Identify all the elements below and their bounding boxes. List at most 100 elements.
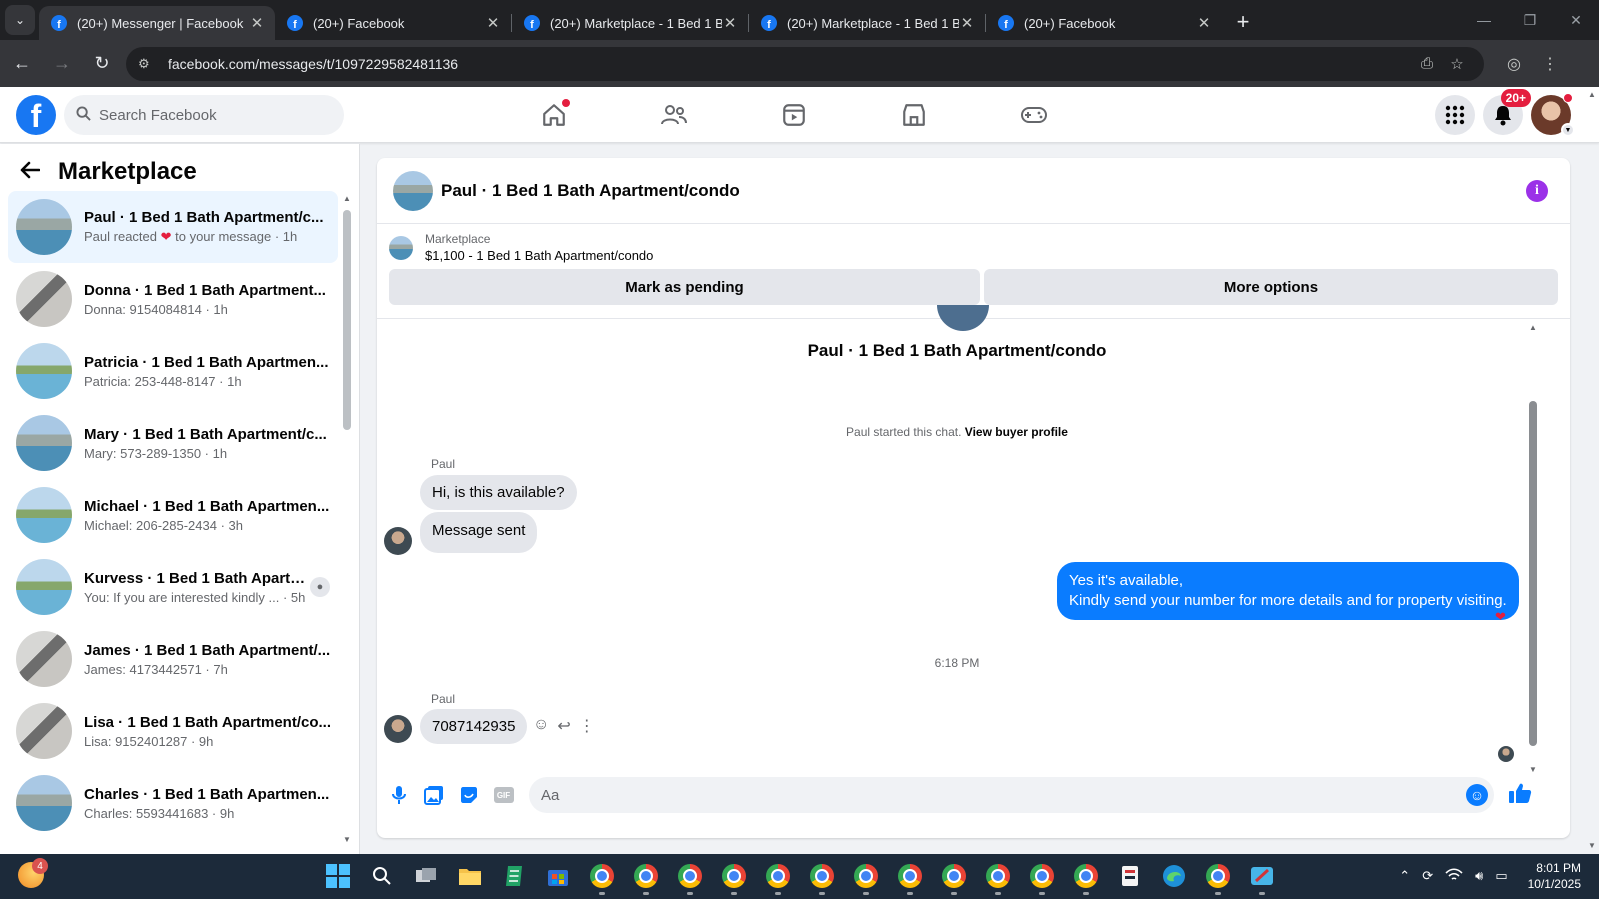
nav-gaming[interactable] <box>974 87 1094 143</box>
site-info-icon[interactable]: ⚙ <box>138 56 158 72</box>
outgoing-message[interactable]: Yes it's available, Kindly send your num… <box>1057 562 1519 620</box>
tool-app-button[interactable] <box>1114 860 1146 892</box>
url-field[interactable]: ⚙ facebook.com/messages/t/10972295824811… <box>126 46 1484 81</box>
store-button[interactable] <box>542 860 574 892</box>
sync-icon[interactable]: ⟳ <box>1422 868 1433 884</box>
menu-grid-button[interactable] <box>1435 95 1475 135</box>
account-avatar[interactable]: ▼ <box>1531 93 1575 137</box>
chrome-window-4[interactable] <box>718 860 750 895</box>
voice-clip-button[interactable] <box>381 785 416 805</box>
system-clock[interactable]: 8:01 PM 10/1/2025 <box>1528 860 1581 892</box>
listing-title[interactable]: $1,100 - 1 Bed 1 Bath Apartment/condo <box>425 248 653 263</box>
weather-widget[interactable]: 4 <box>18 858 48 890</box>
search-box[interactable] <box>64 95 344 135</box>
scrollbar-thumb[interactable] <box>343 210 351 430</box>
snipping-tool-button[interactable] <box>1246 860 1278 895</box>
conversation-item-lisa[interactable]: Lisa · 1 Bed 1 Bath Apartment/co... Lisa… <box>8 695 338 767</box>
tab-marketplace-1[interactable]: f (20+) Marketplace - 1 Bed 1 Ba ✕ <box>512 6 748 40</box>
attach-media-button[interactable] <box>416 785 451 805</box>
conversation-item-donna[interactable]: Donna · 1 Bed 1 Bath Apartment... Donna:… <box>8 263 338 335</box>
scroll-up-arrow-icon[interactable]: ▲ <box>343 194 351 203</box>
message-input-box[interactable]: ☺ <box>529 777 1494 813</box>
chrome-window-8[interactable] <box>894 860 926 895</box>
chat-scrollbar[interactable]: ▲ ▼ <box>1527 323 1539 774</box>
chevron-up-icon[interactable]: ⌃ <box>1399 868 1410 884</box>
scroll-down-arrow-icon[interactable]: ▼ <box>1588 841 1596 850</box>
incoming-message[interactable]: Message sent <box>420 512 538 553</box>
nav-home[interactable] <box>494 87 614 143</box>
minimize-icon[interactable]: — <box>1461 0 1507 40</box>
edge-browser-button[interactable] <box>1158 860 1190 892</box>
back-arrow-icon[interactable] <box>20 159 41 185</box>
tab-search-button[interactable]: ⌄ <box>5 5 35 35</box>
view-buyer-profile-link[interactable]: View buyer profile <box>965 425 1068 439</box>
forward-button[interactable]: → <box>44 46 80 82</box>
sheets-app-button[interactable] <box>498 860 530 892</box>
scrollbar-thumb[interactable] <box>1529 401 1537 746</box>
more-actions-icon[interactable]: ⋮ <box>579 716 595 736</box>
page-scrollbar[interactable]: ▲ ▼ <box>1586 90 1598 850</box>
taskbar-search-button[interactable] <box>366 860 398 892</box>
tab-marketplace-2[interactable]: f (20+) Marketplace - 1 Bed 1 Ba ✕ <box>749 6 985 40</box>
scroll-up-arrow-icon[interactable]: ▲ <box>1588 90 1596 99</box>
task-view-button[interactable] <box>410 860 442 892</box>
volume-icon[interactable]: 🔊︎ <box>1475 868 1483 884</box>
conversation-item-mary[interactable]: Mary · 1 Bed 1 Bath Apartment/c... Mary:… <box>8 407 338 479</box>
chrome-window-7[interactable] <box>850 860 882 895</box>
heart-reaction-icon[interactable]: ❤ <box>1495 609 1506 625</box>
battery-icon[interactable]: ▭ <box>1495 868 1507 884</box>
chat-listing-thumbnail[interactable] <box>393 170 433 211</box>
close-tab-icon[interactable]: ✕ <box>722 14 738 32</box>
tab-facebook[interactable]: f (20+) Facebook ✕ <box>275 6 511 40</box>
bookmark-star-icon[interactable]: ☆ <box>1442 55 1472 73</box>
gif-button[interactable]: GIF <box>486 787 521 803</box>
sender-avatar[interactable] <box>384 527 412 555</box>
sticker-button[interactable] <box>451 785 486 805</box>
close-tab-icon[interactable]: ✕ <box>485 14 501 32</box>
message-input[interactable] <box>541 786 1466 804</box>
start-button[interactable] <box>322 860 354 892</box>
notifications-button[interactable]: 20+ <box>1483 89 1531 135</box>
chrome-window-6[interactable] <box>806 860 838 895</box>
conversation-item-james[interactable]: James · 1 Bed 1 Bath Apartment/... James… <box>8 623 338 695</box>
like-button[interactable] <box>1508 782 1532 809</box>
conversation-item-charles[interactable]: Charles · 1 Bed 1 Bath Apartmen... Charl… <box>8 767 338 839</box>
sidebar-scrollbar[interactable]: ▲ ▼ <box>342 194 352 844</box>
mark-as-pending-button[interactable]: Mark as pending <box>389 269 980 305</box>
nav-video[interactable] <box>734 87 854 143</box>
chrome-window-9[interactable] <box>938 860 970 895</box>
chrome-window-5[interactable] <box>762 860 794 895</box>
conversation-item-michael[interactable]: Michael · 1 Bed 1 Bath Apartmen... Micha… <box>8 479 338 551</box>
close-window-icon[interactable]: ✕ <box>1553 0 1599 40</box>
new-tab-button[interactable]: + <box>1228 7 1258 37</box>
info-icon[interactable]: i <box>1526 179 1548 202</box>
chrome-window-12[interactable] <box>1070 860 1102 895</box>
conversation-item-kurvess[interactable]: Kurvess · 1 Bed 1 Bath Apartm... You: If… <box>8 551 338 623</box>
close-tab-icon[interactable]: ✕ <box>1196 14 1212 32</box>
nav-friends[interactable] <box>614 87 734 143</box>
search-input[interactable] <box>99 106 319 124</box>
wifi-icon[interactable] <box>1445 867 1463 885</box>
chrome-window-1[interactable] <box>586 860 618 895</box>
close-tab-icon[interactable]: ✕ <box>959 14 975 32</box>
reload-button[interactable]: ↻ <box>84 46 120 82</box>
browser-menu-icon[interactable]: ⋮ <box>1532 54 1568 74</box>
profile-icon[interactable]: ◎ <box>1496 54 1532 74</box>
emoji-icon[interactable]: ☺ <box>1466 784 1488 806</box>
chrome-window-11[interactable] <box>1026 860 1058 895</box>
file-explorer-button[interactable] <box>454 860 486 892</box>
chrome-window-3[interactable] <box>674 860 706 895</box>
reply-icon[interactable]: ↩ <box>557 716 570 736</box>
sender-avatar[interactable] <box>384 715 412 743</box>
chrome-window-2[interactable] <box>630 860 662 895</box>
tab-facebook-2[interactable]: f (20+) Facebook ✕ <box>986 6 1222 40</box>
restore-icon[interactable]: ❐ <box>1507 0 1553 40</box>
scroll-down-arrow-icon[interactable]: ▼ <box>343 835 351 844</box>
react-emoji-icon[interactable]: ☺ <box>533 716 549 736</box>
chat-title[interactable]: Paul · 1 Bed 1 Bath Apartment/condo <box>441 181 1526 201</box>
close-tab-icon[interactable]: ✕ <box>249 14 265 32</box>
tab-messenger[interactable]: f (20+) Messenger | Facebook ✕ <box>39 6 275 40</box>
install-app-icon[interactable]: ⎙ <box>1412 55 1442 72</box>
facebook-logo-icon[interactable]: f <box>16 95 56 135</box>
more-options-button[interactable]: More options <box>983 269 1558 305</box>
